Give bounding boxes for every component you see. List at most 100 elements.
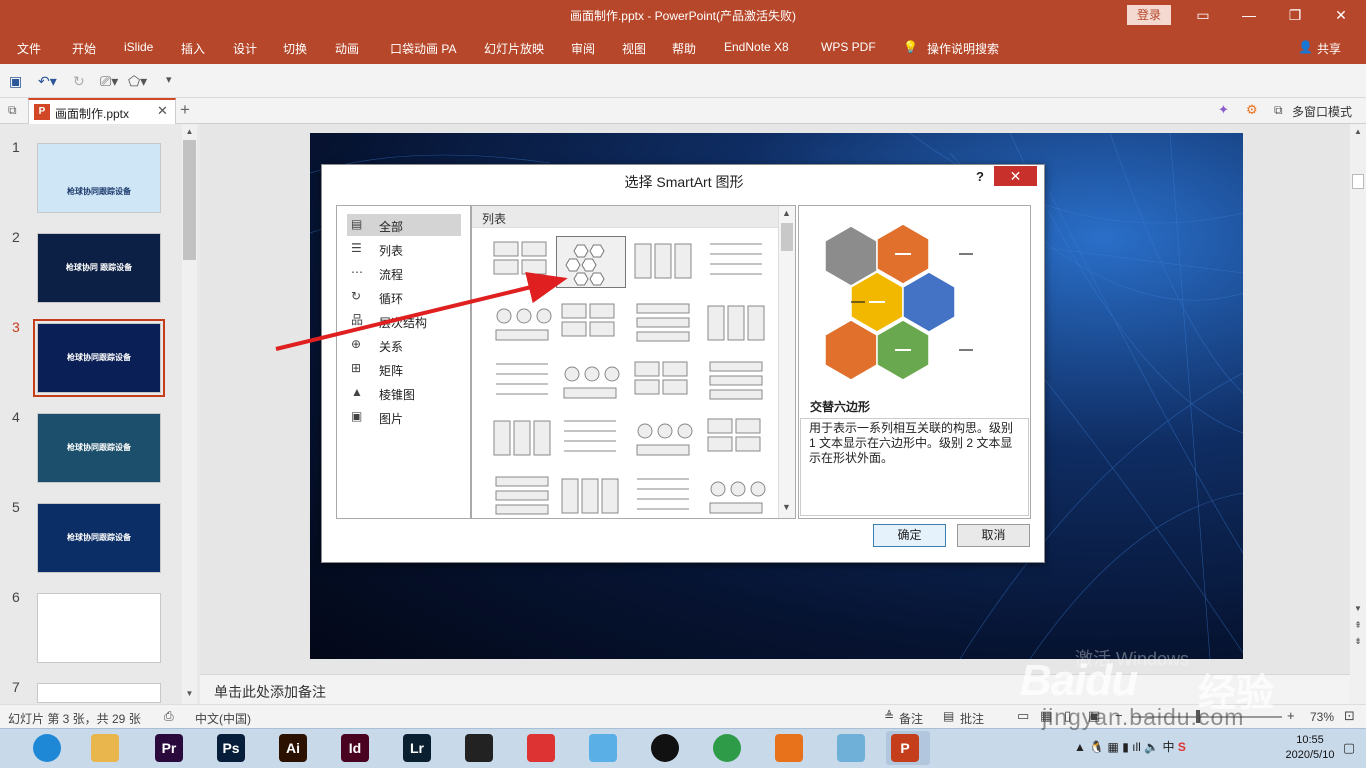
close-tab-icon[interactable]: ✕ <box>157 103 168 119</box>
slide-thumbnail[interactable]: 枪球协同跟踪设备 <box>37 413 161 483</box>
next-slide-icon[interactable]: ⇟ <box>1352 636 1364 648</box>
ribbon-display-icon[interactable]: ▭ <box>1180 0 1226 30</box>
tray-wifi-icon[interactable]: ıll <box>1132 740 1141 754</box>
slideshow-from-start-icon[interactable]: ⎚▾ <box>100 73 118 90</box>
gear-icon[interactable]: ⚙ <box>1246 102 1258 118</box>
language-status[interactable]: 中文(中国) <box>195 710 251 727</box>
zoom-out-icon[interactable]: − <box>1115 708 1123 723</box>
slide-thumbnail[interactable] <box>37 593 161 663</box>
smartart-layout-item[interactable] <box>488 356 558 408</box>
smartart-layout-item[interactable] <box>556 298 626 350</box>
document-tab[interactable]: P 画面制作.pptx ✕ <box>28 98 176 124</box>
taskbar-app-indesign[interactable]: Id <box>336 731 374 765</box>
taskbar-app-explorer[interactable] <box>86 731 124 765</box>
taskbar-app-chrome[interactable] <box>708 731 746 765</box>
category-item[interactable]: ▣ 图片 <box>347 406 461 428</box>
slide-scroll-up-icon[interactable]: ▲ <box>1352 127 1364 137</box>
slide-sorter-icon[interactable]: ▦ <box>1040 708 1052 724</box>
taskbar-app-qq[interactable] <box>646 731 684 765</box>
smartart-layout-item[interactable] <box>702 236 772 288</box>
tray-battery-icon[interactable]: ▮ <box>1122 740 1129 754</box>
gallery-scroll-down-icon[interactable]: ▼ <box>782 502 791 512</box>
slide-thumbnail[interactable] <box>37 683 161 703</box>
slide-thumbnail[interactable]: 枪球协同 跟踪设备 <box>37 233 161 303</box>
normal-view-icon[interactable]: ▭ <box>1017 708 1029 724</box>
minimize-button[interactable]: — <box>1226 0 1272 30</box>
undo-icon[interactable]: ↶▾ <box>38 73 57 90</box>
menu-slideshow[interactable]: 幻灯片放映 <box>484 40 544 57</box>
clock[interactable]: 10:55 2020/5/10 <box>1285 733 1335 763</box>
menu-pocket-animation[interactable]: 口袋动画 PA <box>390 40 456 57</box>
category-item[interactable]: ⊞ 矩阵 <box>347 358 461 380</box>
smartart-layout-item[interactable] <box>702 471 772 518</box>
category-item[interactable]: ☰ 列表 <box>347 238 461 260</box>
menu-view[interactable]: 视图 <box>622 40 646 57</box>
shapes-icon[interactable]: ⬠▾ <box>128 73 147 90</box>
smartart-layout-item[interactable] <box>488 413 558 465</box>
share-button[interactable]: 共享 <box>1317 40 1341 57</box>
category-item[interactable]: ↻ 循环 <box>347 286 461 308</box>
gallery-scroll-thumb[interactable] <box>781 223 793 251</box>
gallery-scrollbar[interactable]: ▲ ▼ <box>778 206 795 518</box>
login-button[interactable]: 登录 <box>1127 5 1171 25</box>
thumbnail-scrollbar[interactable]: ▲ ▼ <box>182 124 197 704</box>
dialog-help-button[interactable]: ? <box>976 169 984 184</box>
taskbar-app-app-red[interactable] <box>522 731 560 765</box>
taskbar-app-premiere[interactable]: Pr <box>150 731 188 765</box>
notification-icon[interactable]: ▢ <box>1340 733 1358 763</box>
magic-icon[interactable]: ✦ <box>1218 102 1229 118</box>
smartart-layout-item[interactable] <box>629 471 699 518</box>
scroll-up-icon[interactable]: ▲ <box>183 127 196 137</box>
tray-ime[interactable]: 中 <box>1162 740 1174 754</box>
smartart-layout-item[interactable] <box>629 356 699 408</box>
notes-pane[interactable]: 单击此处添加备注 <box>200 674 1350 704</box>
menu-help[interactable]: 帮助 <box>672 40 696 57</box>
ok-button[interactable]: 确定 <box>873 524 946 547</box>
spellcheck-icon[interactable]: ⎙ <box>164 709 174 724</box>
menu-animations[interactable]: 动画 <box>335 40 359 57</box>
smartart-layout-item[interactable] <box>702 356 772 408</box>
tray-expand-icon[interactable]: ▲ <box>1074 740 1086 754</box>
smartart-layout-item[interactable] <box>629 413 699 465</box>
redo-icon[interactable]: ↻ <box>73 73 85 90</box>
slide-scroll-down-icon[interactable]: ▼ <box>1352 604 1364 614</box>
previous-slide-icon[interactable]: ⇞ <box>1352 620 1364 632</box>
taskbar-app-browser[interactable] <box>28 731 66 765</box>
smartart-layout-item[interactable] <box>702 413 772 465</box>
zoom-in-icon[interactable]: + <box>1287 708 1295 723</box>
menu-wps-pdf[interactable]: WPS PDF <box>821 40 876 54</box>
smartart-layout-item[interactable] <box>556 236 626 288</box>
menu-transitions[interactable]: 切换 <box>283 40 307 57</box>
zoom-slider-thumb[interactable] <box>1196 710 1200 723</box>
category-item[interactable]: ⊕ 关系 <box>347 334 461 356</box>
category-item[interactable]: ▤ 全部 <box>347 214 461 236</box>
menu-insert[interactable]: 插入 <box>181 40 205 57</box>
customize-qat-icon[interactable]: ▾ <box>166 73 172 86</box>
menu-design[interactable]: 设计 <box>233 40 257 57</box>
close-window-button[interactable]: ✕ <box>1318 0 1364 30</box>
menu-islide[interactable]: iSlide <box>124 40 153 54</box>
zoom-level[interactable]: 73% <box>1310 710 1334 724</box>
taskbar-app-app-orange[interactable] <box>770 731 808 765</box>
multi-window-button[interactable]: 多窗口模式 <box>1292 103 1352 120</box>
smartart-layout-item[interactable] <box>629 236 699 288</box>
category-item[interactable]: ▲ 棱锥图 <box>347 382 461 404</box>
zoom-slider[interactable] <box>1132 716 1282 718</box>
slide-scrollbar[interactable]: ▲ ▼ ⇞ ⇟ <box>1350 124 1366 704</box>
notes-toggle-button[interactable]: 备注 <box>899 710 923 727</box>
taskbar-app-powerpoint[interactable]: P <box>886 731 930 765</box>
comments-button[interactable]: 批注 <box>960 710 984 727</box>
menu-home[interactable]: 开始 <box>72 40 96 57</box>
category-item[interactable]: 品 层次结构 <box>347 310 461 332</box>
save-icon[interactable]: ▣ <box>9 73 22 90</box>
sogou-ime-icon[interactable]: S <box>1178 740 1186 754</box>
scroll-thumb[interactable] <box>183 140 196 260</box>
taskbar-app-photoshop[interactable]: Ps <box>212 731 250 765</box>
smartart-layout-item[interactable] <box>556 413 626 465</box>
reading-view-icon[interactable]: ▯ <box>1064 708 1071 724</box>
taskbar-app-lightroom[interactable]: Lr <box>398 731 436 765</box>
smartart-layout-item[interactable] <box>702 298 772 350</box>
taskbar-app-illustrator[interactable]: Ai <box>274 731 312 765</box>
fit-to-window-icon[interactable]: ⊡ <box>1344 708 1355 724</box>
smartart-layout-item[interactable] <box>629 298 699 350</box>
